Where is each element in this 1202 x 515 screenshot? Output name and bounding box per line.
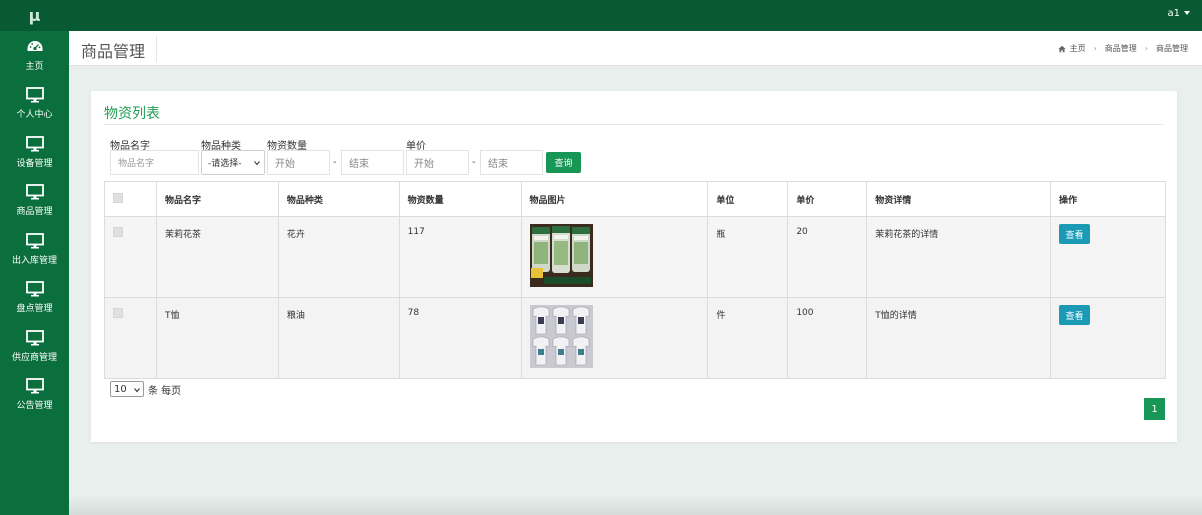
sidebar-item-label: 主页 [25, 61, 44, 72]
cell-type: 粮油 [277, 297, 400, 379]
sidebar-item-label: 设备管理 [16, 158, 53, 169]
breadcrumb-home[interactable]: 主页 [1070, 43, 1086, 54]
column-header: 物资详情 [866, 181, 1052, 217]
chevron-down-icon [254, 161, 260, 166]
panel-title: 物资列表 [104, 106, 160, 122]
top-bar: a1 [69, 0, 1202, 31]
price-start-input[interactable]: 开始 [406, 150, 469, 175]
page-title: 商品管理 [81, 42, 146, 61]
select-all-cell [104, 181, 157, 217]
sidebar: μ 主页 个人中心 设备管理 商品管理 出入库管理 盘点管理 供应商管理 公告管… [0, 0, 69, 515]
tea-jars-image[interactable] [529, 224, 593, 287]
goods-table: 物品名字 物品种类 物资数量 物品图片 单位 单价 物资详情 操作 茉莉花茶 花… [104, 181, 1166, 379]
cell-action: 查看 [1050, 216, 1166, 298]
cell-detail: T恤的详情 [866, 297, 1052, 379]
range-dash: - [333, 157, 337, 168]
tshirts-image[interactable] [529, 305, 593, 368]
monitor-icon [25, 184, 44, 200]
panel-divider [104, 124, 1164, 125]
view-button[interactable]: 查看 [1059, 305, 1091, 325]
select-all-checkbox[interactable] [113, 193, 123, 203]
column-header: 物品种类 [277, 181, 400, 217]
sidebar-item-label: 商品管理 [16, 207, 53, 218]
bottom-edge [69, 495, 1202, 515]
breadcrumb-separator: › [1093, 44, 1097, 53]
column-header: 物品名字 [155, 181, 279, 217]
row-select-cell [104, 297, 157, 379]
monitor-icon [25, 378, 44, 394]
column-header: 单位 [707, 181, 789, 217]
row-checkbox[interactable] [113, 308, 123, 318]
sidebar-item-goods[interactable]: 商品管理 [0, 177, 69, 226]
table-header-row: 物品名字 物品种类 物资数量 物品图片 单位 单价 物资详情 操作 [104, 181, 1166, 217]
cell-price: 20 [787, 216, 868, 298]
cell-name: T恤 [155, 297, 279, 379]
cell-quantity: 117 [398, 216, 522, 298]
per-page-select[interactable]: 10 [110, 381, 144, 397]
cell-quantity: 78 [398, 297, 522, 379]
cell-detail: 茉莉花茶的详情 [866, 216, 1052, 298]
column-header: 单价 [787, 181, 868, 217]
goods-panel: 物资列表 物品名字 物品名字 物品种类 -请选择- 物资数量 开始 - 结束 单… [91, 91, 1177, 442]
cell-unit: 瓶 [707, 216, 789, 298]
cell-price: 100 [787, 297, 868, 379]
monitor-icon [25, 329, 44, 346]
quantity-start-input[interactable]: 开始 [267, 150, 330, 175]
breadcrumb-goods[interactable]: 商品管理 [1105, 43, 1137, 54]
sidebar-item-announcements[interactable]: 公告管理 [0, 371, 69, 420]
sidebar-item-label: 供应商管理 [11, 352, 57, 363]
user-name: a1 [1167, 8, 1181, 19]
column-header: 物资数量 [398, 181, 522, 217]
caret-down-icon [1184, 11, 1190, 15]
view-button[interactable]: 查看 [1059, 224, 1091, 244]
sidebar-item-stocktaking[interactable]: 盘点管理 [0, 274, 69, 323]
dashboard-icon [27, 40, 42, 51]
breadcrumb-current: 商品管理 [1156, 44, 1188, 53]
row-checkbox[interactable] [113, 227, 123, 237]
per-page-text: 条 每页 [148, 385, 182, 397]
sidebar-item-label: 盘点管理 [16, 304, 53, 315]
app-logo[interactable]: μ [0, 0, 69, 31]
sidebar-item-suppliers[interactable]: 供应商管理 [0, 322, 69, 371]
sidebar-item-inventory[interactable]: 出入库管理 [0, 225, 69, 274]
cell-name: 茉莉花茶 [155, 216, 279, 298]
sidebar-item-label: 个人中心 [16, 110, 53, 121]
chevron-down-icon [134, 388, 140, 393]
cell-image [520, 297, 709, 379]
page-header: 商品管理 主页 › 商品管理 › 商品管理 [69, 31, 1202, 66]
cell-type: 花卉 [277, 216, 400, 298]
table-row: T恤 粮油 78 件 100 T恤的详情 查看 [104, 297, 1166, 379]
column-header: 物品图片 [520, 181, 709, 217]
column-header: 操作 [1050, 181, 1166, 217]
type-select[interactable]: -请选择- [201, 150, 265, 175]
sidebar-item-profile[interactable]: 个人中心 [0, 80, 69, 129]
table-row: 茉莉花茶 花卉 117 瓶 20 茉莉花茶的详情 查看 [104, 216, 1166, 298]
cell-action: 查看 [1050, 297, 1166, 379]
sidebar-item-label: 公告管理 [16, 401, 53, 412]
page-1-button[interactable]: 1 [1144, 398, 1165, 420]
user-menu[interactable]: a1 [1167, 8, 1190, 19]
monitor-icon [25, 135, 44, 152]
breadcrumb: 主页 › 商品管理 › 商品管理 [1057, 43, 1188, 54]
name-search-input[interactable]: 物品名字 [110, 150, 199, 175]
monitor-icon [25, 232, 44, 249]
per-page-value: 10 [114, 383, 127, 395]
sidebar-item-label: 出入库管理 [11, 255, 57, 266]
sidebar-item-equipment[interactable]: 设备管理 [0, 128, 69, 177]
row-select-cell [104, 216, 157, 298]
price-end-input[interactable]: 结束 [480, 150, 543, 175]
search-button[interactable]: 查询 [546, 152, 581, 173]
monitor-icon [25, 87, 44, 103]
title-divider [156, 36, 157, 62]
cell-image [520, 216, 709, 298]
per-page-control: 10 条 每页 [110, 381, 181, 397]
breadcrumb-separator: › [1144, 44, 1148, 53]
cell-unit: 件 [707, 297, 789, 379]
monitor-icon [25, 281, 44, 297]
home-icon [1057, 45, 1066, 52]
quantity-end-input[interactable]: 结束 [341, 150, 404, 175]
range-dash: - [472, 157, 476, 168]
type-select-value: -请选择- [208, 159, 242, 169]
sidebar-item-home[interactable]: 主页 [0, 31, 69, 80]
